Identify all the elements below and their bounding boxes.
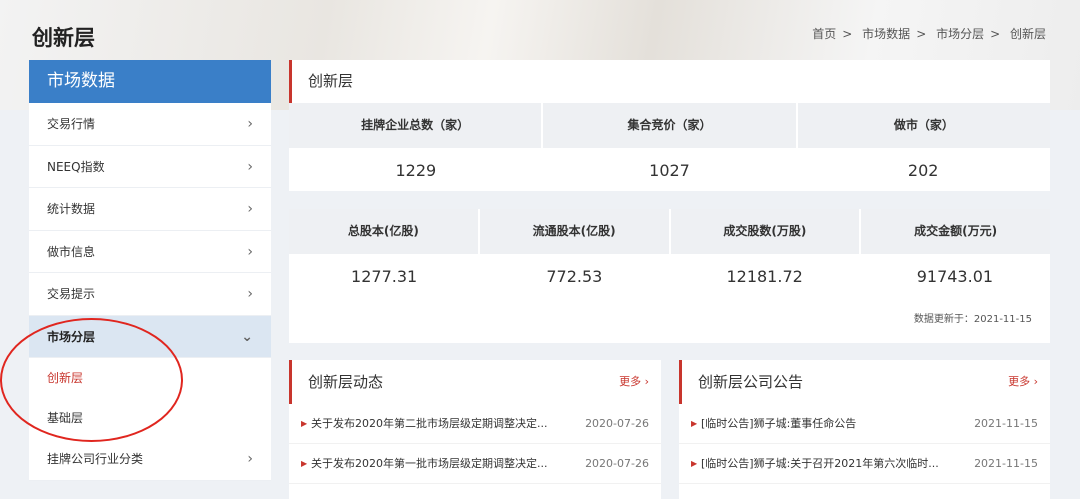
value-traded-volume: 12181.72 — [726, 267, 803, 286]
table-header-row: 挂牌企业总数（家） 集合竞价（家） 做市（家） — [289, 103, 1050, 148]
header-float-shares: 流通股本(亿股) — [480, 209, 671, 254]
announcement-title[interactable]: [临时公告]狮子城:关于召开2021年第六次临时... — [701, 444, 939, 484]
value-total-shares: 1277.31 — [351, 267, 418, 286]
chevron-right-icon: › — [247, 158, 253, 175]
table-row: 1229 1027 202 — [289, 148, 1050, 193]
table-row: 1277.31 772.53 12181.72 91743.01 — [289, 254, 1050, 299]
sidebar-item-trading-tips[interactable]: 交易提示 › — [29, 273, 271, 316]
triangle-bullet-icon: ▶ — [691, 419, 698, 428]
breadcrumb-current: 创新层 — [1009, 27, 1046, 41]
chevron-down-icon: ⌄ — [241, 328, 253, 345]
stats-panel: 创新层 挂牌企业总数（家） 集合竞价（家） 做市（家） 1229 1027 20… — [289, 60, 1050, 343]
sidebar: 市场数据 交易行情 › NEEQ指数 › 统计数据 › 做市信息 › 交易提示 … — [29, 60, 271, 481]
header-traded-amount: 成交金额(万元) — [914, 224, 998, 238]
header-call-auction: 集合竞价（家） — [543, 103, 798, 148]
chevron-right-icon: › — [247, 116, 253, 132]
chevron-right-icon: › — [247, 286, 253, 302]
sidebar-item-label: 交易行情 — [47, 117, 96, 131]
list-item[interactable]: ▶ 关于发布2020年第二批市场层级定期调整决定... 2020-07-26 — [289, 404, 661, 444]
header-total-shares: 总股本(亿股) — [289, 209, 480, 254]
breadcrumb-separator: > — [916, 27, 927, 41]
value-market-making: 202 — [907, 161, 939, 180]
sidebar-item-label: 挂牌公司行业分类 — [47, 452, 144, 466]
value-float-shares: 772.53 — [546, 267, 603, 286]
sidebar-item-label: 统计数据 — [47, 202, 96, 216]
table-header-row: 总股本(亿股) 流通股本(亿股) 成交股数(万股) 成交金额(万元) — [289, 209, 1050, 254]
data-update-time: 数据更新于：2021-11-15 — [913, 314, 1032, 325]
announcement-date: 2021-11-15 — [974, 457, 1038, 470]
breadcrumb-market-tier[interactable]: 市场分层 — [936, 27, 984, 41]
sidebar-item-label: 交易提示 — [47, 287, 96, 301]
announcement-date: 2021-11-15 — [974, 417, 1038, 430]
sidebar-item-market-making[interactable]: 做市信息 › — [29, 230, 271, 273]
tier-news-title: 创新层动态 — [308, 373, 384, 391]
sidebar-item-trading-quotes[interactable]: 交易行情 › — [29, 103, 271, 146]
breadcrumb-separator: > — [990, 27, 1001, 41]
triangle-bullet-icon: ▶ — [691, 459, 698, 468]
sidebar-item-industry-classification[interactable]: 挂牌公司行业分类 › — [29, 438, 271, 481]
announcement-title[interactable]: [临时公告]狮子城:董事任命公告 — [701, 404, 856, 444]
sidebar-item-label: NEEQ指数 — [47, 159, 105, 174]
header-total-listed: 挂牌企业总数（家） — [289, 103, 544, 148]
chevron-right-icon: › — [247, 201, 253, 217]
sidebar-item-label: 市场分层 — [47, 329, 96, 344]
announcements-title: 创新层公司公告 — [698, 373, 804, 391]
sidebar-item-statistics[interactable]: 统计数据 › — [29, 188, 271, 231]
header-traded-volume: 成交股数(万股) — [671, 209, 862, 254]
announcements-header: 创新层公司公告 更多 › — [679, 360, 1050, 404]
news-title[interactable]: 关于发布2020年第二批市场层级定期调整决定... — [311, 404, 547, 444]
breadcrumb-separator: > — [842, 27, 853, 41]
breadcrumb-market-data[interactable]: 市场数据 — [862, 27, 910, 41]
breadcrumb-home[interactable]: 首页 — [812, 27, 836, 41]
stats-panel-title: 创新层 — [289, 60, 1050, 103]
chevron-right-icon: › — [247, 243, 253, 260]
share-stats-table: 总股本(亿股) 流通股本(亿股) 成交股数(万股) 成交金额(万元) 1277.… — [289, 209, 1050, 299]
more-link[interactable]: 更多 › — [1008, 360, 1038, 404]
triangle-bullet-icon: ▶ — [301, 459, 308, 468]
table-divider — [289, 191, 1050, 209]
value-traded-amount: 91743.01 — [916, 267, 994, 286]
value-total-listed: 1229 — [395, 161, 437, 180]
company-announcements-box: 创新层公司公告 更多 › ▶ [临时公告]狮子城:董事任命公告 2021-11-… — [679, 360, 1050, 499]
breadcrumb: 首页 > 市场数据 > 市场分层 > 创新层 — [812, 25, 1046, 42]
sidebar-item-market-tiers[interactable]: 市场分层 ⌄ — [29, 315, 271, 358]
listing-count-table: 挂牌企业总数（家） 集合竞价（家） 做市（家） 1229 1027 202 — [289, 103, 1050, 193]
more-link[interactable]: 更多 › — [619, 360, 649, 404]
sidebar-item-neeq-index[interactable]: NEEQ指数 › — [29, 145, 271, 188]
news-date: 2020-07-26 — [585, 417, 649, 430]
tier-news-box: 创新层动态 更多 › ▶ 关于发布2020年第二批市场层级定期调整决定... 2… — [289, 360, 661, 499]
tier-news-header: 创新层动态 更多 › — [289, 360, 661, 404]
header-market-making: 做市（家） — [893, 118, 954, 132]
list-item[interactable]: ▶ [临时公告]狮子城:关于召开2021年第六次临时... 2021-11-15 — [679, 444, 1050, 484]
triangle-bullet-icon: ▶ — [301, 419, 308, 428]
value-call-auction: 1027 — [649, 161, 690, 180]
sidebar-item-label: 做市信息 — [47, 244, 96, 259]
page-title: 创新层 — [32, 26, 95, 50]
news-title[interactable]: 关于发布2020年第一批市场层级定期调整决定... — [311, 444, 547, 484]
sidebar-heading: 市场数据 — [29, 60, 271, 103]
sidebar-subitem-basic-tier[interactable]: 基础层 — [29, 398, 271, 438]
sidebar-subitem-innovation-tier[interactable]: 创新层 — [29, 358, 271, 398]
list-item[interactable]: ▶ [临时公告]狮子城:董事任命公告 2021-11-15 — [679, 404, 1050, 444]
chevron-right-icon: › — [247, 451, 253, 467]
list-item[interactable]: ▶ 关于发布2020年第一批市场层级定期调整决定... 2020-07-26 — [289, 444, 661, 484]
news-date: 2020-07-26 — [585, 457, 649, 470]
